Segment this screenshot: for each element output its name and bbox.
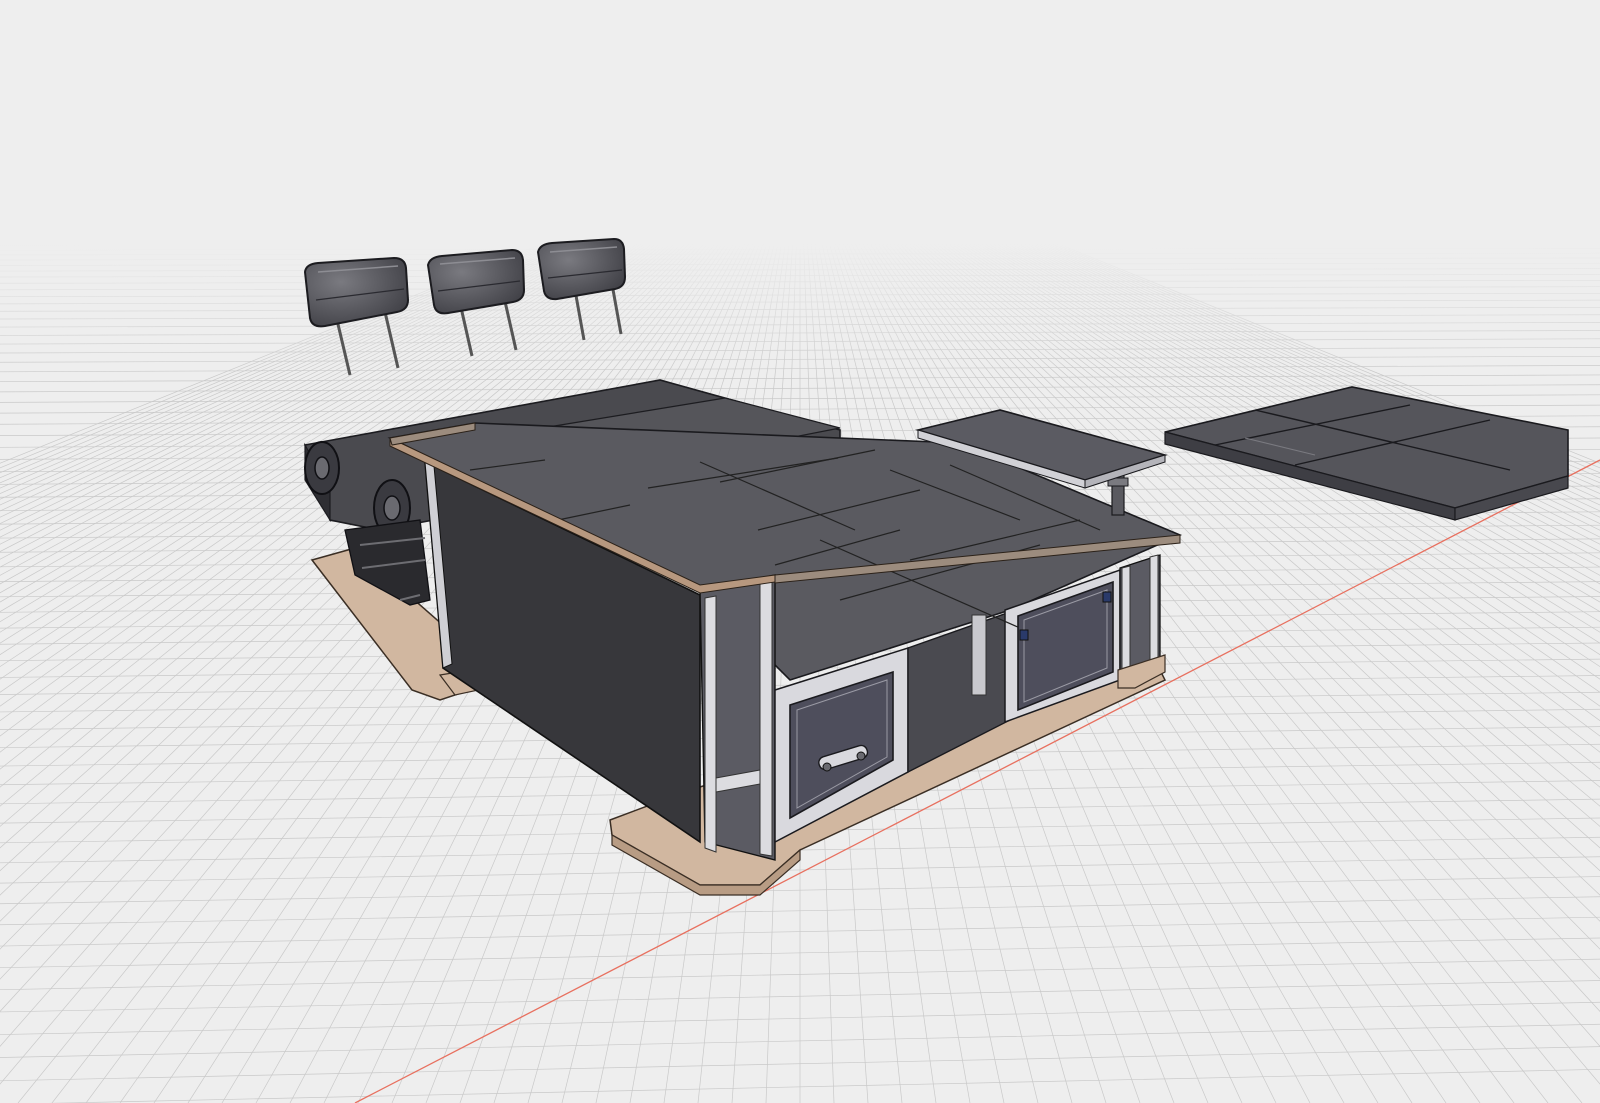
cad-viewport[interactable] xyxy=(0,0,1600,1103)
scene-canvas[interactable] xyxy=(0,0,1600,1103)
